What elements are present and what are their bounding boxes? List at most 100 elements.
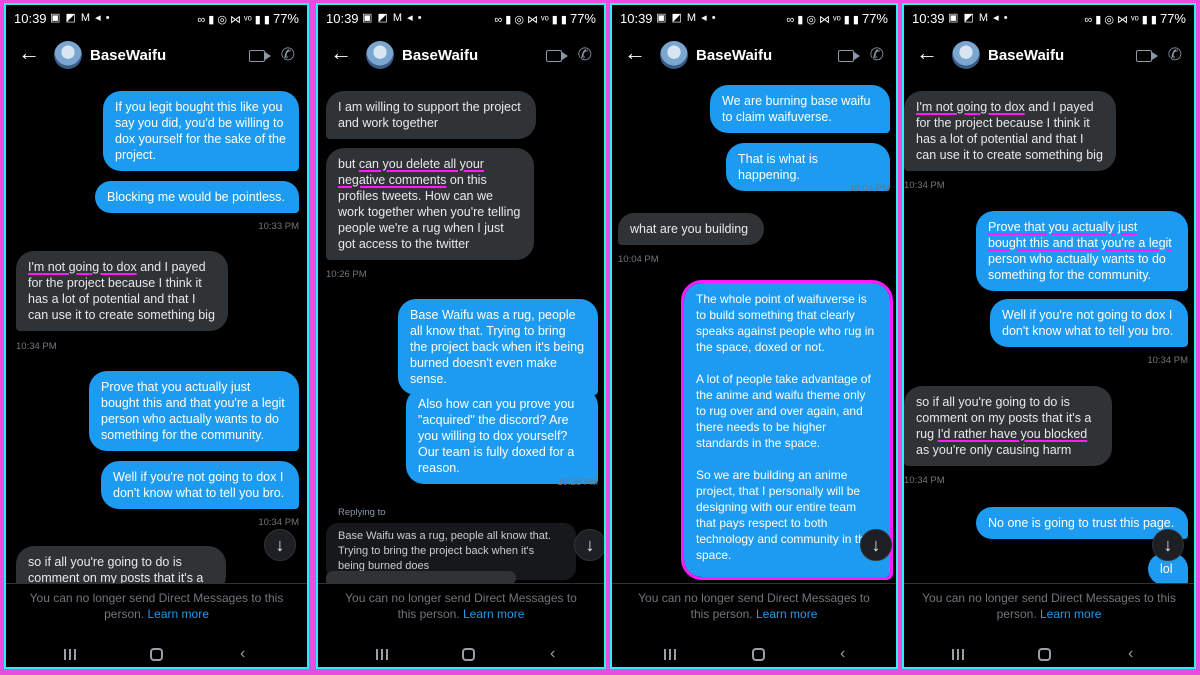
screenshot-panel-3: 10:39 ▣ ◩ M ◂ • ∞ ▮ ◎ ⋈ ᵛᵒ ▮ ▮ 77% ← Base… — [610, 3, 898, 669]
message-outgoing: Prove that you actually just bought this… — [89, 371, 299, 451]
conversation-header: ← BaseWaifu ✆ — [318, 33, 604, 79]
home-icon[interactable] — [462, 648, 475, 661]
status-bar: 10:39 ▣ ◩ M ◂ • ∞ ▮ ◎ ⋈ ᵛᵒ ▮ ▮ 77% — [904, 5, 1194, 31]
home-icon[interactable] — [752, 648, 765, 661]
scroll-down-icon[interactable]: ↓ — [264, 529, 296, 561]
avatar[interactable] — [54, 41, 82, 69]
recent-apps-icon[interactable] — [664, 647, 678, 661]
system-icons: ∞ ▮ ◎ ⋈ ᵛᵒ ▮ ▮ 77% — [1084, 11, 1186, 26]
message-timestamp: 10:34 PM — [16, 341, 57, 352]
message-incoming: what are you building — [618, 213, 764, 245]
back-arrow-icon[interactable]: ← — [624, 41, 646, 65]
nav-back-icon[interactable]: ‹ — [240, 646, 245, 662]
message-incoming: I'm not going to dox and I payed for the… — [904, 91, 1116, 171]
nav-back-icon[interactable]: ‹ — [840, 646, 845, 662]
home-icon[interactable] — [150, 648, 163, 661]
message-outgoing: If you legit bought this like you say yo… — [103, 91, 299, 171]
message-timestamp: 10:33 PM — [258, 221, 299, 232]
avatar[interactable] — [366, 41, 394, 69]
learn-more-link[interactable]: Learn more — [1040, 607, 1101, 621]
status-time: 10:39 — [620, 11, 653, 26]
system-icons: ∞ ▮ ◎ ⋈ ᵛᵒ ▮ ▮ 77% — [197, 11, 299, 26]
message-timestamp: 10:04 PM — [849, 183, 890, 194]
highlighted-text: I'd rather have you blocked — [937, 427, 1088, 441]
notification-icons: ▣ ◩ M ◂ • — [362, 12, 423, 24]
phone-icon[interactable]: ✆ — [281, 45, 295, 65]
video-icon[interactable] — [249, 50, 271, 62]
scroll-down-icon[interactable]: ↓ — [1152, 529, 1184, 561]
dm-disabled-notice: You can no longer send Direct Messages t… — [904, 583, 1194, 627]
phone-icon[interactable]: ✆ — [1168, 45, 1182, 65]
video-icon[interactable] — [838, 50, 860, 62]
screenshot-panel-1: 10:39 ▣ ◩ M ◂ • ∞ ▮ ◎ ⋈ ᵛᵒ ▮ ▮ 77% ← Base… — [4, 3, 309, 669]
scroll-down-icon[interactable]: ↓ — [860, 529, 892, 561]
message-outgoing: Blocking me would be pointless. — [95, 181, 299, 213]
learn-more-link[interactable]: Learn more — [756, 607, 817, 621]
message-outgoing: Well if you're not going to dox I don't … — [101, 461, 299, 509]
back-arrow-icon[interactable]: ← — [330, 41, 352, 65]
android-nav-bar: ‹ — [318, 645, 604, 667]
message-incoming: but can you delete all your negative com… — [326, 148, 534, 260]
nav-back-icon[interactable]: ‹ — [1128, 646, 1133, 662]
android-nav-bar: ‹ — [612, 645, 896, 667]
message-incoming: I'm not going to dox and I payed for the… — [16, 251, 228, 331]
recent-apps-icon[interactable] — [64, 647, 78, 661]
video-icon[interactable] — [1136, 50, 1158, 62]
conversation-header: ← BaseWaifu ✆ — [612, 33, 896, 79]
highlighted-text: I'm not going to dox — [28, 260, 137, 274]
home-icon[interactable] — [1038, 648, 1051, 661]
message-timestamp: 10:34 PM — [904, 475, 945, 486]
message-outgoing: Also how can you prove you "acquired" th… — [406, 388, 598, 484]
avatar[interactable] — [660, 41, 688, 69]
battery-level: 77% — [569, 11, 596, 26]
back-arrow-icon[interactable]: ← — [916, 41, 938, 65]
avatar[interactable] — [952, 41, 980, 69]
message-incoming: I am willing to support the project and … — [326, 91, 536, 139]
contact-name[interactable]: BaseWaifu — [988, 47, 1064, 64]
message-outgoing: We are burning base waifu to claim waifu… — [710, 85, 890, 133]
battery-level: 77% — [272, 11, 299, 26]
contact-name[interactable]: BaseWaifu — [696, 47, 772, 64]
recent-apps-icon[interactable] — [952, 647, 966, 661]
status-time: 10:39 — [326, 11, 359, 26]
screenshot-panel-2: 10:39 ▣ ◩ M ◂ • ∞ ▮ ◎ ⋈ ᵛᵒ ▮ ▮ 77% ← Base… — [316, 3, 606, 669]
status-time: 10:39 — [912, 11, 945, 26]
message-incoming: so if all you're going to do is comment … — [904, 386, 1112, 466]
back-arrow-icon[interactable]: ← — [18, 41, 40, 65]
learn-more-link[interactable]: Learn more — [463, 607, 524, 621]
dm-disabled-notice: You can no longer send Direct Messages t… — [6, 583, 307, 627]
notification-icons: ▣ ◩ M ◂ • — [948, 12, 1009, 24]
highlighted-text: I'm not going to dox — [916, 100, 1025, 114]
message-timestamp: 10:34 PM — [1147, 355, 1188, 366]
battery-level: 77% — [1159, 11, 1186, 26]
scroll-down-icon[interactable]: ↓ — [574, 529, 604, 561]
notification-icons: ▣ ◩ M ◂ • — [50, 12, 111, 24]
conversation-header: ← BaseWaifu ✆ — [904, 33, 1194, 79]
dm-disabled-notice: You can no longer send Direct Messages t… — [612, 583, 896, 627]
android-nav-bar: ‹ — [904, 645, 1194, 667]
video-icon[interactable] — [546, 50, 568, 62]
contact-name[interactable]: BaseWaifu — [402, 47, 478, 64]
status-time: 10:39 — [14, 11, 47, 26]
message-timestamp: 10:34 PM — [258, 517, 299, 528]
phone-icon[interactable]: ✆ — [578, 45, 592, 65]
replying-to-label: Replying to — [338, 507, 386, 518]
message-timestamp: 10:26 PM — [326, 269, 367, 280]
message-timestamp: 10:34 PM — [904, 180, 945, 191]
highlighted-text: Prove that you actually just bought this… — [988, 220, 1172, 250]
learn-more-link[interactable]: Learn more — [148, 607, 209, 621]
phone-icon[interactable]: ✆ — [870, 45, 884, 65]
recent-apps-icon[interactable] — [376, 647, 390, 661]
status-bar: 10:39 ▣ ◩ M ◂ • ∞ ▮ ◎ ⋈ ᵛᵒ ▮ ▮ 77% — [6, 5, 307, 31]
nav-back-icon[interactable]: ‹ — [550, 646, 555, 662]
conversation-header: ← BaseWaifu ✆ — [6, 33, 307, 79]
battery-level: 77% — [861, 11, 888, 26]
status-bar: 10:39 ▣ ◩ M ◂ • ∞ ▮ ◎ ⋈ ᵛᵒ ▮ ▮ 77% — [612, 5, 896, 31]
message-outgoing: Well if you're not going to dox I don't … — [990, 299, 1188, 347]
message-outgoing: Base Waifu was a rug, people all know th… — [398, 299, 598, 395]
message-outgoing-highlighted: The whole point of waifuverse is to buil… — [681, 280, 893, 580]
message-outgoing: Prove that you actually just bought this… — [976, 211, 1188, 291]
screenshot-panel-4: 10:39 ▣ ◩ M ◂ • ∞ ▮ ◎ ⋈ ᵛᵒ ▮ ▮ 77% ← Base… — [902, 3, 1196, 669]
status-bar: 10:39 ▣ ◩ M ◂ • ∞ ▮ ◎ ⋈ ᵛᵒ ▮ ▮ 77% — [318, 5, 604, 31]
contact-name[interactable]: BaseWaifu — [90, 47, 166, 64]
